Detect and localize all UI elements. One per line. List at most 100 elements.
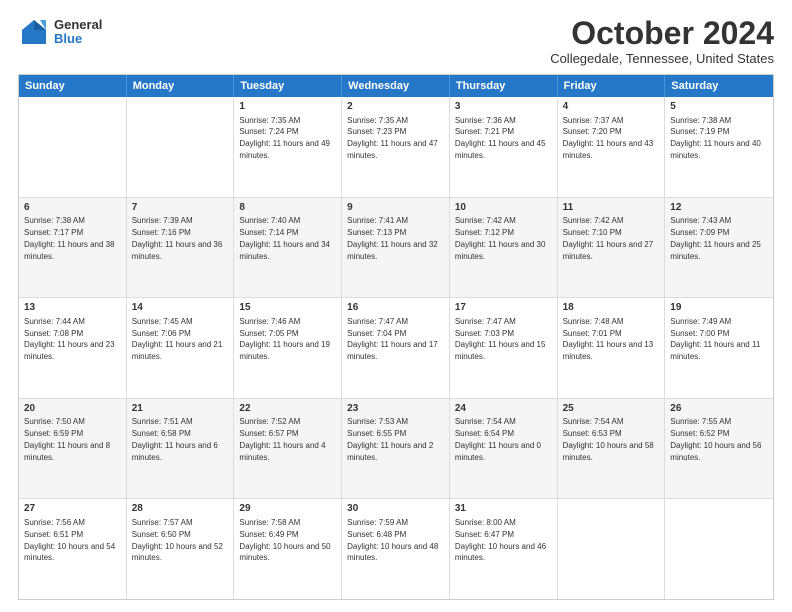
day-num: 17	[455, 301, 552, 315]
day-num: 24	[455, 402, 552, 416]
cell-w1-d5: 11Sunrise: 7:42 AMSunset: 7:10 PMDayligh…	[558, 198, 666, 298]
cell-w0-d4: 3Sunrise: 7:36 AMSunset: 7:21 PMDaylight…	[450, 97, 558, 197]
cell-w1-d4: 10Sunrise: 7:42 AMSunset: 7:12 PMDayligh…	[450, 198, 558, 298]
header-saturday: Saturday	[665, 75, 773, 97]
header-tuesday: Tuesday	[234, 75, 342, 97]
day-num: 2	[347, 100, 444, 114]
cell-text: Sunrise: 7:52 AMSunset: 6:57 PMDaylight:…	[239, 417, 325, 461]
cell-text: Sunrise: 7:57 AMSunset: 6:50 PMDaylight:…	[132, 518, 223, 562]
logo-text: General Blue	[54, 18, 102, 47]
cell-w0-d6: 5 Sunrise: 7:38 AMSunset: 7:19 PMDaylight…	[665, 97, 773, 197]
cell-w3-d4: 24Sunrise: 7:54 AMSunset: 6:54 PMDayligh…	[450, 399, 558, 499]
week-row-0: 1 Sunrise: 7:35 AMSunset: 7:24 PMDaylight…	[19, 97, 773, 197]
cell-text: Sunrise: 7:47 AMSunset: 7:04 PMDaylight:…	[347, 317, 438, 361]
cell-text: Sunrise: 7:49 AMSunset: 7:00 PMDaylight:…	[670, 317, 760, 361]
cell-w4-d4: 31 Sunrise: 8:00 AMSunset: 6:47 PMDayligh…	[450, 499, 558, 599]
day-num: 22	[239, 402, 336, 416]
cell-w1-d1: 7Sunrise: 7:39 AMSunset: 7:16 PMDaylight…	[127, 198, 235, 298]
day-num: 31	[455, 502, 552, 516]
cell-w1-d6: 12Sunrise: 7:43 AMSunset: 7:09 PMDayligh…	[665, 198, 773, 298]
page: General Blue October 2024 Collegedale, T…	[0, 0, 792, 612]
cell-text: Sunrise: 7:55 AMSunset: 6:52 PMDaylight:…	[670, 417, 761, 461]
day-num: 5	[670, 100, 768, 114]
calendar-header: Sunday Monday Tuesday Wednesday Thursday…	[19, 75, 773, 97]
location: Collegedale, Tennessee, United States	[550, 51, 774, 66]
week-row-2: 13Sunrise: 7:44 AMSunset: 7:08 PMDayligh…	[19, 297, 773, 398]
day-num: 4	[563, 100, 660, 114]
week-row-1: 6Sunrise: 7:38 AMSunset: 7:17 PMDaylight…	[19, 197, 773, 298]
day-num: 12	[670, 201, 768, 215]
cell-w3-d0: 20Sunrise: 7:50 AMSunset: 6:59 PMDayligh…	[19, 399, 127, 499]
cell-w3-d3: 23Sunrise: 7:53 AMSunset: 6:55 PMDayligh…	[342, 399, 450, 499]
cell-w0-d0	[19, 97, 127, 197]
day-num: 7	[132, 201, 229, 215]
day-num: 9	[347, 201, 444, 215]
cell-w3-d5: 25Sunrise: 7:54 AMSunset: 6:53 PMDayligh…	[558, 399, 666, 499]
cell-w4-d3: 30 Sunrise: 7:59 AMSunset: 6:48 PMDayligh…	[342, 499, 450, 599]
day-num: 28	[132, 502, 229, 516]
cell-w1-d3: 9Sunrise: 7:41 AMSunset: 7:13 PMDaylight…	[342, 198, 450, 298]
cell-text: Sunrise: 7:48 AMSunset: 7:01 PMDaylight:…	[563, 317, 654, 361]
cell-w2-d0: 13Sunrise: 7:44 AMSunset: 7:08 PMDayligh…	[19, 298, 127, 398]
header-right: October 2024 Collegedale, Tennessee, Uni…	[550, 16, 774, 66]
day-num: 6	[24, 201, 121, 215]
logo: General Blue	[18, 16, 102, 48]
cell-text: Sunrise: 7:47 AMSunset: 7:03 PMDaylight:…	[455, 317, 546, 361]
day-num: 14	[132, 301, 229, 315]
cell-text: Sunrise: 7:40 AMSunset: 7:14 PMDaylight:…	[239, 216, 330, 260]
cell-w0-d5: 4Sunrise: 7:37 AMSunset: 7:20 PMDaylight…	[558, 97, 666, 197]
cell-w1-d2: 8Sunrise: 7:40 AMSunset: 7:14 PMDaylight…	[234, 198, 342, 298]
cell-text: Sunrise: 7:45 AMSunset: 7:06 PMDaylight:…	[132, 317, 223, 361]
cell-text: Sunrise: 7:41 AMSunset: 7:13 PMDaylight:…	[347, 216, 438, 260]
cell-text: Sunrise: 7:50 AMSunset: 6:59 PMDaylight:…	[24, 417, 110, 461]
cell-text: Sunrise: 7:35 AMSunset: 7:24 PMDaylight:…	[239, 116, 330, 160]
header-thursday: Thursday	[450, 75, 558, 97]
cell-text: Sunrise: 7:46 AMSunset: 7:05 PMDaylight:…	[239, 317, 330, 361]
day-num: 29	[239, 502, 336, 516]
cell-w2-d5: 18 Sunrise: 7:48 AMSunset: 7:01 PMDayligh…	[558, 298, 666, 398]
cell-text: Sunrise: 7:59 AMSunset: 6:48 PMDaylight:…	[347, 518, 438, 562]
cell-w4-d2: 29 Sunrise: 7:58 AMSunset: 6:49 PMDayligh…	[234, 499, 342, 599]
cell-text: Sunrise: 8:00 AMSunset: 6:47 PMDaylight:…	[455, 518, 546, 562]
cell-text: Sunrise: 7:44 AMSunset: 7:08 PMDaylight:…	[24, 317, 115, 361]
cell-text: Sunrise: 7:36 AMSunset: 7:21 PMDaylight:…	[455, 116, 546, 160]
cell-w2-d6: 19 Sunrise: 7:49 AMSunset: 7:00 PMDayligh…	[665, 298, 773, 398]
day-num: 15	[239, 301, 336, 315]
cell-w2-d4: 17 Sunrise: 7:47 AMSunset: 7:03 PMDayligh…	[450, 298, 558, 398]
cell-text: Sunrise: 7:56 AMSunset: 6:51 PMDaylight:…	[24, 518, 115, 562]
cell-text: Sunrise: 7:53 AMSunset: 6:55 PMDaylight:…	[347, 417, 433, 461]
day-num: 25	[563, 402, 660, 416]
logo-blue: Blue	[54, 32, 102, 46]
calendar-body: 1 Sunrise: 7:35 AMSunset: 7:24 PMDaylight…	[19, 97, 773, 599]
cell-w4-d1: 28 Sunrise: 7:57 AMSunset: 6:50 PMDayligh…	[127, 499, 235, 599]
cell-text: Sunrise: 7:38 AMSunset: 7:19 PMDaylight:…	[670, 116, 761, 160]
day-num: 16	[347, 301, 444, 315]
month-title: October 2024	[550, 16, 774, 51]
cell-text: Sunrise: 7:42 AMSunset: 7:12 PMDaylight:…	[455, 216, 546, 260]
cell-text: Sunrise: 7:39 AMSunset: 7:16 PMDaylight:…	[132, 216, 223, 260]
day-num: 23	[347, 402, 444, 416]
cell-w4-d6	[665, 499, 773, 599]
day-num: 27	[24, 502, 121, 516]
cell-w0-d1	[127, 97, 235, 197]
cell-text: Sunrise: 7:51 AMSunset: 6:58 PMDaylight:…	[132, 417, 218, 461]
header: General Blue October 2024 Collegedale, T…	[18, 16, 774, 66]
day-num: 19	[670, 301, 768, 315]
day-num: 10	[455, 201, 552, 215]
day-num: 18	[563, 301, 660, 315]
day-num: 30	[347, 502, 444, 516]
cell-text: Sunrise: 7:43 AMSunset: 7:09 PMDaylight:…	[670, 216, 761, 260]
cell-w2-d1: 14 Sunrise: 7:45 AMSunset: 7:06 PMDayligh…	[127, 298, 235, 398]
cell-w3-d2: 22Sunrise: 7:52 AMSunset: 6:57 PMDayligh…	[234, 399, 342, 499]
header-wednesday: Wednesday	[342, 75, 450, 97]
cell-w4-d5	[558, 499, 666, 599]
cell-text: Sunrise: 7:35 AMSunset: 7:23 PMDaylight:…	[347, 116, 438, 160]
cell-w2-d3: 16 Sunrise: 7:47 AMSunset: 7:04 PMDayligh…	[342, 298, 450, 398]
cell-w1-d0: 6Sunrise: 7:38 AMSunset: 7:17 PMDaylight…	[19, 198, 127, 298]
day-num: 26	[670, 402, 768, 416]
day-num: 8	[239, 201, 336, 215]
calendar: Sunday Monday Tuesday Wednesday Thursday…	[18, 74, 774, 600]
cell-text: Sunrise: 7:54 AMSunset: 6:53 PMDaylight:…	[563, 417, 654, 461]
day-num: 1	[239, 100, 336, 114]
cell-text: Sunrise: 7:58 AMSunset: 6:49 PMDaylight:…	[239, 518, 330, 562]
